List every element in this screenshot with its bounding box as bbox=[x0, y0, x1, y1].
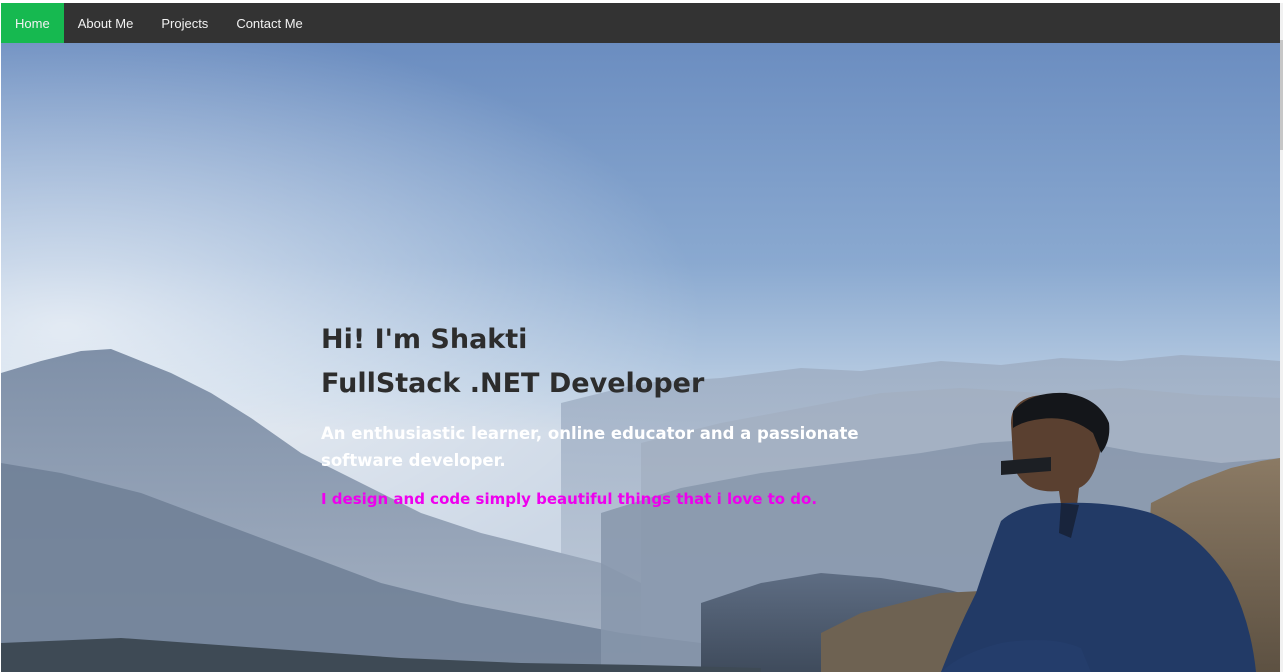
nav-about-me[interactable]: About Me bbox=[64, 3, 148, 43]
nav-home[interactable]: Home bbox=[1, 3, 64, 43]
role-heading: FullStack .NET Developer bbox=[321, 368, 705, 399]
nav-home-label: Home bbox=[15, 15, 50, 31]
greeting-heading: Hi! I'm Shakti bbox=[321, 324, 528, 355]
nav-contact-me[interactable]: Contact Me bbox=[222, 3, 316, 43]
nav-projects-label: Projects bbox=[161, 15, 209, 31]
hero-section: Hi! I'm Shakti FullStack .NET Developer … bbox=[1, 43, 1280, 672]
motto-text: I design and code simply beautiful thing… bbox=[321, 490, 818, 508]
nav-about-me-label: About Me bbox=[77, 15, 134, 31]
browser-page: Home About Me Projects Contact Me Hi! I'… bbox=[1, 3, 1280, 672]
nav-contact-me-label: Contact Me bbox=[236, 15, 303, 31]
nav-projects[interactable]: Projects bbox=[147, 3, 222, 43]
hero-text-block: Hi! I'm Shakti FullStack .NET Developer … bbox=[321, 318, 941, 509]
top-navbar: Home About Me Projects Contact Me bbox=[1, 3, 1280, 43]
tagline-text: An enthusiastic learner, online educator… bbox=[321, 424, 859, 470]
